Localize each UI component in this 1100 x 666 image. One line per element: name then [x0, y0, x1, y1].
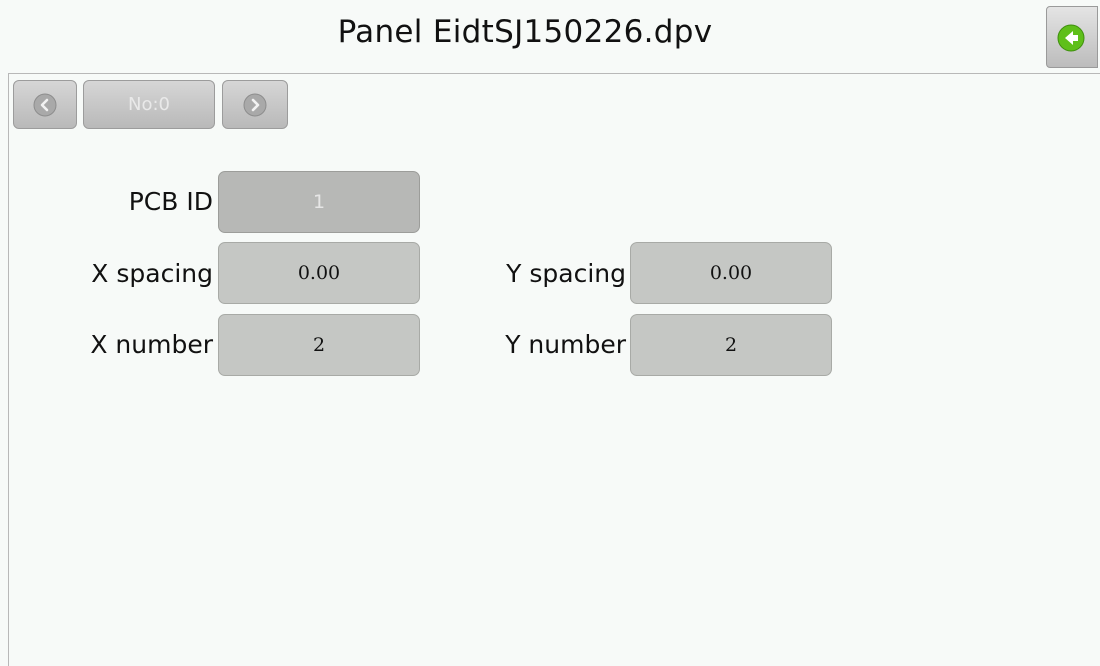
y-number-label: Y number	[505, 330, 626, 359]
next-record-button[interactable]	[222, 80, 288, 129]
x-spacing-label: X spacing	[91, 259, 213, 288]
page-title: Panel EidtSJ150226.dpv	[337, 14, 713, 50]
y-spacing-field[interactable]: 0.00	[630, 242, 832, 304]
panel-edit-screen: Panel EidtSJ150226.dpv No:0 PCB ID 1 X s…	[0, 0, 1100, 666]
back-arrow-icon	[1057, 24, 1085, 52]
record-number-display: No:0	[83, 80, 215, 129]
pcb-id-field: 1	[218, 171, 420, 233]
chevron-left-icon	[33, 93, 57, 116]
y-spacing-label: Y spacing	[506, 259, 626, 288]
chevron-right-icon	[243, 93, 267, 116]
prev-record-button[interactable]	[13, 80, 77, 129]
y-number-field[interactable]: 2	[630, 314, 832, 376]
pcb-id-label: PCB ID	[128, 187, 213, 216]
x-number-field[interactable]: 2	[218, 314, 420, 376]
content-frame	[8, 73, 1100, 666]
back-button[interactable]	[1046, 6, 1098, 68]
x-spacing-field[interactable]: 0.00	[218, 242, 420, 304]
x-number-label: X number	[90, 330, 213, 359]
